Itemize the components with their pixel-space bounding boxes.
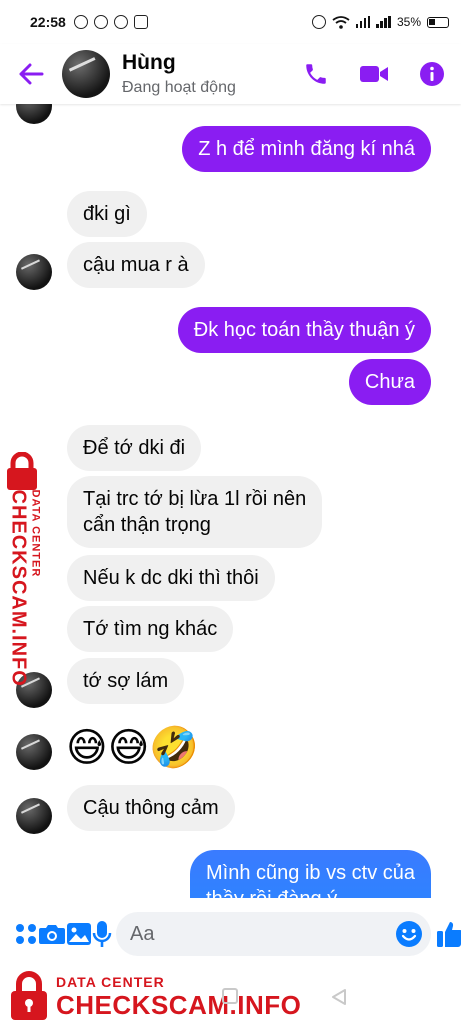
camera-icon (39, 925, 65, 944)
notification-icons (73, 15, 148, 29)
signal-icon-2 (376, 16, 391, 28)
status-bar: 22:58 35% (0, 0, 461, 44)
voice-call-button[interactable] (287, 44, 345, 104)
contact-avatar-small[interactable] (16, 734, 52, 770)
battery-icon (427, 16, 449, 28)
image-icon (67, 923, 91, 945)
wifi-icon (332, 15, 350, 29)
contact-name: Hùng (122, 51, 176, 74)
watermark-title: DATA CENTER (56, 974, 165, 990)
messenger-notification-icon (73, 15, 88, 29)
lock-icon (11, 971, 47, 1020)
camera-button[interactable] (38, 909, 66, 959)
contact-avatar-small[interactable] (16, 798, 52, 834)
emoji-icon[interactable] (395, 920, 423, 948)
info-button[interactable] (403, 44, 461, 104)
emoji-message[interactable]: 😅😅🤣 (66, 724, 199, 772)
side-watermark-url: CHECKSCAM.INFO (7, 489, 30, 687)
message-bubble-received[interactable]: Tại trc tớ bị lừa 1l rồi nên cẩn thận tr… (67, 476, 323, 548)
home-nav-button[interactable] (222, 988, 238, 1004)
contact-status: Đang hoạt động (122, 79, 236, 96)
signal-icon (355, 16, 371, 28)
message-bubble-received[interactable]: cậu mua r à (67, 242, 205, 288)
back-button[interactable] (0, 44, 62, 104)
phone-icon (306, 64, 326, 84)
microphone-icon (92, 921, 112, 947)
menu-dots-icon (16, 924, 36, 944)
lock-icon (7, 452, 37, 490)
message-composer (0, 898, 461, 970)
message-bubble-received[interactable]: Tớ tìm ng khác (67, 606, 234, 652)
video-call-button[interactable] (345, 44, 403, 104)
gallery-button[interactable] (66, 909, 92, 959)
app-notification-icon (113, 15, 128, 29)
nav-back-icon[interactable] (330, 988, 348, 1006)
message-bubble-received[interactable]: Để tớ dki đi (67, 425, 202, 471)
back-arrow-icon (19, 63, 44, 85)
message-bubble-sent[interactable]: Z h để mình đăng kí nhá (182, 126, 431, 172)
message-bubble-received[interactable]: đki gì (67, 191, 147, 237)
contact-avatar-small[interactable] (16, 254, 52, 290)
like-icon (437, 922, 461, 947)
more-actions-button[interactable] (14, 909, 38, 959)
message-bubble-sent[interactable]: Mình cũng ib vs ctv của thầy rồi đàng ý (190, 850, 431, 898)
video-camera-icon (360, 66, 388, 82)
info-icon (420, 62, 444, 86)
instagram-notification-icon (133, 15, 148, 29)
side-watermark-text: DATA CENTER CHECKSCAM.INFO (7, 490, 42, 710)
message-bubble-sent[interactable]: Chưa (348, 359, 431, 405)
message-bubble-sent[interactable]: Đk học toán thầy thuận ý (177, 307, 431, 353)
message-thread[interactable]: Z h để mình đăng kí nhá đki gì cậu mua r… (0, 104, 461, 898)
status-time: 22:58 (30, 14, 66, 30)
message-input-wrapper[interactable] (116, 912, 431, 956)
alarm-icon (311, 15, 326, 29)
message-bubble-received[interactable]: tớ sợ lám (67, 658, 185, 704)
like-button[interactable] (435, 909, 461, 959)
message-bubble-received[interactable]: Cậu thông cảm (67, 785, 235, 831)
voice-message-button[interactable] (92, 909, 112, 959)
side-watermark: DATA CENTER CHECKSCAM.INFO (2, 452, 48, 687)
watermark-url: CHECKSCAM.INFO (56, 990, 302, 1020)
contact-avatar[interactable] (62, 50, 110, 98)
message-bubble-received[interactable]: Nếu k dc dki thì thôi (67, 555, 275, 601)
contacts-notification-icon (93, 15, 108, 29)
bottom-watermark: DATA CENTER CHECKSCAM.INFO (0, 970, 461, 1024)
side-watermark-title: DATA CENTER (29, 489, 42, 578)
message-input[interactable] (130, 922, 395, 946)
conversation-header: Hùng Đang hoạt động (0, 44, 461, 104)
header-actions (287, 44, 461, 104)
contact-info[interactable]: Hùng Đang hoạt động (122, 50, 236, 98)
status-right: 35% (311, 15, 449, 29)
battery-percent: 35% (396, 15, 421, 29)
contact-avatar-small (16, 104, 52, 124)
